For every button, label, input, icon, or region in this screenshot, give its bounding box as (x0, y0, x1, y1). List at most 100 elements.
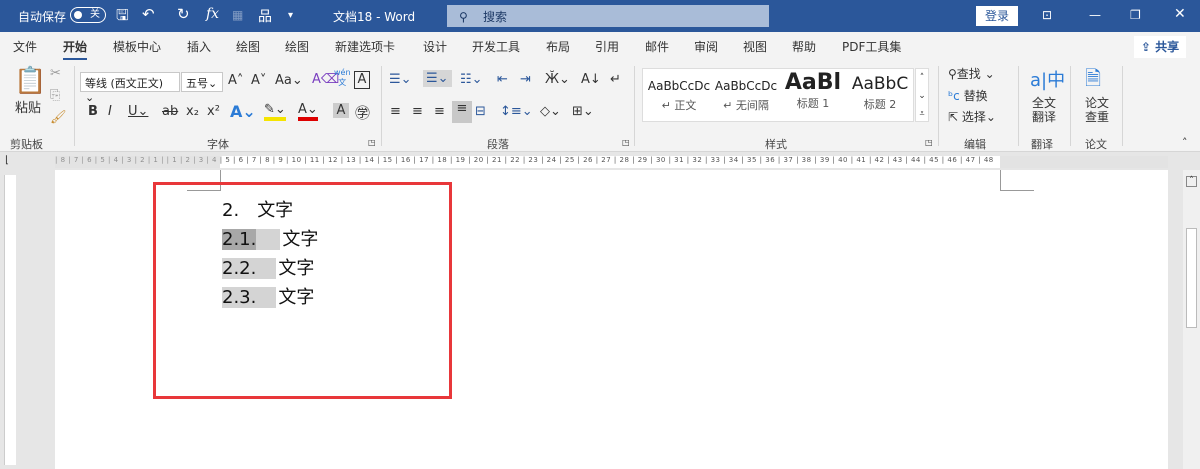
bold-icon[interactable]: B (88, 104, 98, 119)
undo-icon[interactable]: ↶ (142, 5, 155, 23)
subscript-icon[interactable]: x₂ (186, 104, 199, 119)
select-button[interactable]: ⇱ 选择⌄ (948, 108, 996, 125)
editing-group-label: 编辑 (964, 138, 986, 151)
tab-design[interactable]: 设计 (423, 38, 447, 55)
grow-font-icon[interactable]: A˄ (228, 73, 243, 88)
copy-icon[interactable]: ⎘ (50, 88, 60, 103)
find-button[interactable]: ⚲查找 ⌄ (948, 65, 995, 82)
tab-file[interactable]: 文件 (13, 38, 37, 55)
font-size-select[interactable]: 五号⌄ (181, 72, 223, 92)
font-dialog-launcher[interactable]: ◳ (368, 138, 376, 147)
document-title: 文档18 - Word (333, 10, 416, 24)
margin-mark (1000, 190, 1034, 191)
restore-icon[interactable]: ❐ (1130, 8, 1141, 22)
tab-mailings[interactable]: 邮件 (645, 38, 669, 55)
style-no-spacing[interactable]: AaBbCcDc ↵ 无间隔 (714, 79, 778, 113)
tab-insert[interactable]: 插入 (187, 38, 211, 55)
chinese-layout-icon[interactable]: Ӂ⌄ (545, 72, 570, 87)
text-effects-icon[interactable]: A⌄ (230, 102, 256, 121)
strikethrough-icon[interactable]: ab (162, 104, 178, 119)
tab-new[interactable]: 新建选项卡 (335, 38, 395, 55)
formula-icon[interactable]: fx (206, 6, 219, 22)
increase-indent-icon[interactable]: ⇥ (520, 72, 531, 87)
scroll-thumb[interactable] (1186, 228, 1197, 328)
org-chart-icon[interactable]: 品 (258, 6, 272, 26)
tab-review[interactable]: 审阅 (694, 38, 718, 55)
divider (938, 66, 939, 146)
tab-selector-icon[interactable]: ⌊ (5, 155, 9, 166)
paper-check-icon[interactable]: 🗎 (1085, 64, 1101, 98)
tab-home[interactable]: 开始 (63, 38, 88, 61)
scroll-up-icon[interactable]: ˄ (1186, 176, 1197, 187)
shading-icon[interactable]: ◇⌄ (540, 104, 561, 119)
cut-icon[interactable]: ✂ (50, 66, 61, 81)
paragraph-dialog-launcher[interactable]: ◳ (622, 138, 630, 147)
replace-button[interactable]: ᵇc 替换 (948, 87, 988, 104)
ribbon-display-icon[interactable]: ⊡ (1042, 8, 1052, 22)
search-input[interactable]: ⚲ 搜索 (447, 5, 769, 27)
share-button[interactable]: ⇪ 共享 (1134, 36, 1186, 58)
change-case-button[interactable]: Aa⌄ (275, 73, 303, 88)
borders-icon[interactable]: ⊞⌄ (572, 104, 594, 119)
tab-draw-2[interactable]: 绘图 (285, 38, 309, 55)
shrink-font-icon[interactable]: A˅ (251, 73, 266, 88)
tab-layout[interactable]: 布局 (546, 38, 570, 55)
margin-mark (1000, 170, 1001, 190)
redo-icon[interactable]: ↻ (177, 5, 190, 23)
cursor-icon: ⇱ (948, 110, 962, 124)
paper-check-button[interactable]: 论文查重 (1083, 96, 1111, 124)
save-icon[interactable]: 🖫 (116, 5, 129, 30)
highlight-icon[interactable]: ✎⌄ (264, 102, 286, 121)
tab-view[interactable]: 视图 (743, 38, 767, 55)
table-icon[interactable]: ▦ (232, 8, 243, 22)
superscript-icon[interactable]: x² (207, 104, 220, 119)
character-shading-icon[interactable]: A (333, 103, 349, 118)
login-button[interactable]: 登录 (976, 6, 1018, 26)
minimize-icon[interactable]: — (1089, 8, 1101, 22)
align-center-icon[interactable]: ≡ (412, 104, 423, 119)
vertical-ruler-scale[interactable] (4, 175, 16, 465)
character-border-icon[interactable]: A (354, 71, 370, 89)
underline-icon[interactable]: U⌄ (128, 104, 148, 119)
ruler-margin-right (1000, 156, 1168, 168)
multilevel-list-icon[interactable]: ☷⌄ (460, 72, 483, 87)
sort-icon[interactable]: A↓ (581, 72, 601, 87)
justify-icon[interactable]: ≡ (452, 101, 472, 123)
font-name-select[interactable]: 等线 (西文正文) ⌄ (80, 72, 180, 104)
tab-help[interactable]: 帮助 (792, 38, 816, 55)
align-left-icon[interactable]: ≡ (390, 104, 401, 119)
close-icon[interactable]: ✕ (1174, 6, 1186, 22)
decrease-indent-icon[interactable]: ⇤ (497, 72, 508, 87)
paste-icon[interactable]: 📋 (14, 66, 46, 96)
customize-icon[interactable]: ▾ (288, 10, 293, 21)
styles-group-label: 样式 (765, 138, 787, 151)
show-marks-icon[interactable]: ↵ (610, 72, 621, 87)
paste-button[interactable]: 粘贴 (15, 97, 41, 116)
tab-developer[interactable]: 开发工具 (472, 38, 520, 55)
align-right-icon[interactable]: ≡ (434, 104, 445, 119)
styles-scroll[interactable]: ˄ ⌄ ⩡ (915, 68, 929, 122)
full-translate-button[interactable]: 全文翻译 (1030, 96, 1058, 124)
tab-draw[interactable]: 绘图 (236, 38, 260, 55)
style-normal[interactable]: AaBbCcDc ↵ 正文 (647, 79, 711, 113)
bullets-icon[interactable]: ☰⌄ (389, 72, 412, 87)
enclose-characters-icon[interactable]: ㊫ (355, 102, 370, 123)
autosave-toggle[interactable]: 关 (70, 7, 106, 23)
translate-icon[interactable]: a|中 (1030, 66, 1065, 92)
divider (1070, 66, 1071, 146)
italic-icon[interactable]: I (108, 104, 112, 119)
vertical-scrollbar[interactable]: ˄ (1183, 170, 1200, 469)
collapse-ribbon-icon[interactable]: ˄ (1182, 136, 1188, 149)
style-heading-1[interactable]: AaBl 标题 1 (781, 70, 845, 111)
format-painter-icon[interactable]: 🖌 (50, 110, 67, 125)
numbering-icon[interactable]: ☰⌄ (423, 70, 452, 87)
line-spacing-icon[interactable]: ↕≡⌄ (500, 104, 533, 119)
tab-pdf-tools[interactable]: PDF工具集 (842, 38, 901, 55)
phonetic-guide-icon[interactable]: wén 文 (334, 68, 351, 88)
styles-dialog-launcher[interactable]: ◳ (925, 138, 933, 147)
style-heading-2[interactable]: AaBbC 标题 2 (848, 74, 912, 112)
tab-references[interactable]: 引用 (595, 38, 619, 55)
font-color-icon[interactable]: A⌄ (298, 102, 318, 121)
tab-templates[interactable]: 模板中心 (113, 38, 161, 55)
distributed-icon[interactable]: ⊟ (475, 104, 486, 119)
